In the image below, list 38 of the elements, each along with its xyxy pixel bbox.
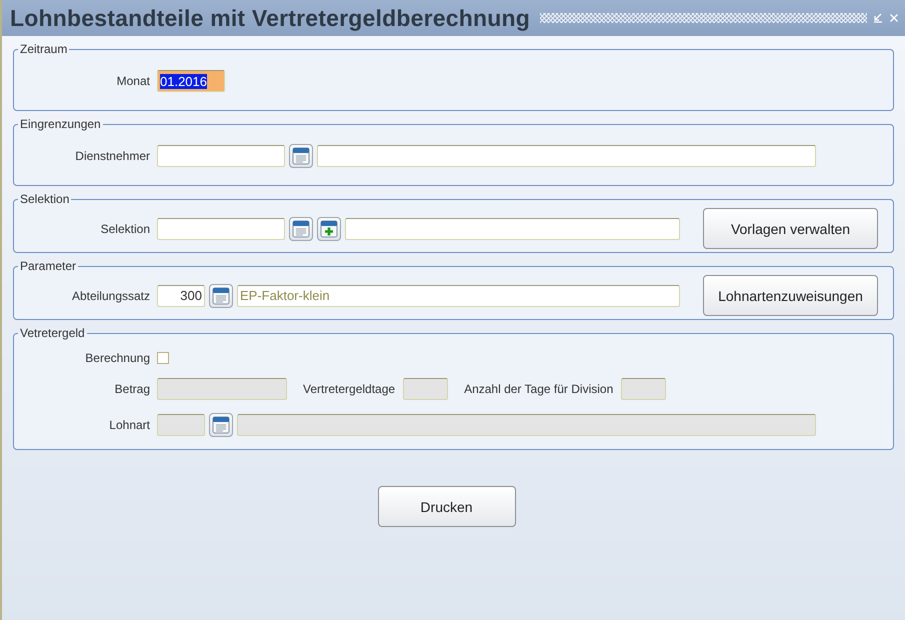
input-field[interactable] — [157, 145, 285, 167]
field-label: Monat — [116, 74, 150, 88]
checkbox[interactable] — [157, 352, 169, 364]
field-label: Anzahl der Tage für Division — [464, 382, 614, 396]
input-field[interactable]: 01.2016 — [157, 70, 225, 92]
close-icon[interactable] — [889, 13, 899, 23]
input-field[interactable] — [157, 218, 285, 240]
section-legend: Eingrenzungen — [18, 117, 103, 131]
calendar-list-icon — [291, 146, 311, 166]
calendar-plus-icon — [319, 218, 339, 238]
lookup-button[interactable] — [289, 144, 313, 168]
lookup-button[interactable] — [289, 216, 313, 240]
section-button[interactable]: Vorlagen verwalten — [703, 208, 878, 249]
input-field[interactable]: 300 — [157, 284, 205, 306]
print-button[interactable]: Drucken — [378, 486, 516, 527]
lookup-button[interactable] — [209, 284, 233, 308]
window-title: Lohnbestandteile mit Vertretergeldberechnung — [10, 4, 530, 32]
input-field[interactable] — [317, 145, 816, 167]
field-label: Selektion — [100, 222, 150, 236]
field-label: Lohnart — [108, 418, 150, 432]
calendar-list-icon — [291, 218, 311, 238]
calendar-list-icon — [211, 415, 231, 435]
lookup-button[interactable] — [209, 413, 233, 437]
section-legend: Parameter — [18, 259, 78, 273]
field-label: Dienstnehmer — [74, 149, 150, 163]
minimize-icon[interactable] — [873, 13, 883, 23]
field-label: Berechnung — [84, 351, 150, 365]
section-button[interactable]: Lohnartenzuweisungen — [703, 275, 878, 316]
section-legend: Zeitraum — [18, 42, 70, 56]
field-label: Betrag — [114, 382, 150, 396]
input-field[interactable]: EP-Faktor-klein — [237, 284, 680, 306]
input-field[interactable] — [345, 218, 680, 240]
lookup-button[interactable] — [317, 216, 341, 240]
calendar-list-icon — [211, 286, 231, 306]
section-legend: Selektion — [18, 192, 72, 206]
field-label: Vertretergeldtage — [303, 382, 396, 396]
section-legend: Vetretergeld — [18, 326, 87, 340]
field-label: Abteilungssatz — [70, 288, 150, 302]
